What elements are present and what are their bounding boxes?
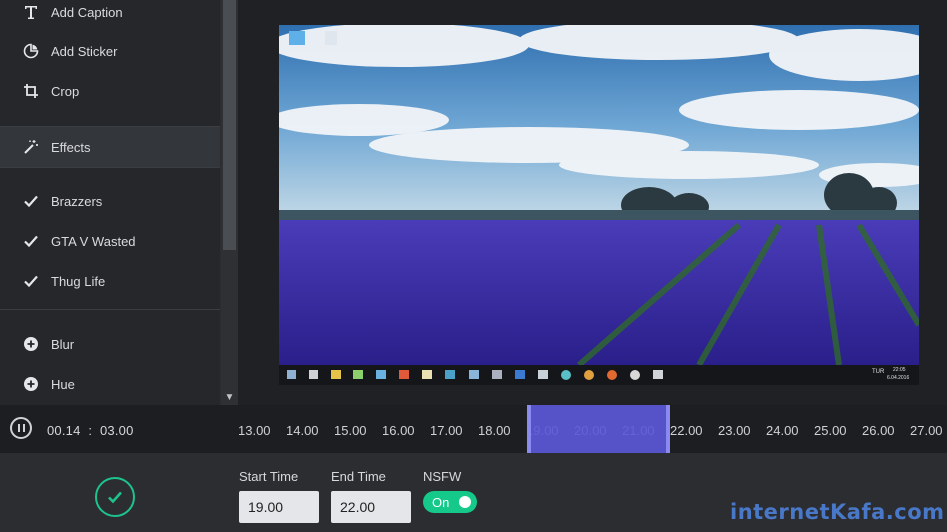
duration: 03.00 [99,423,134,438]
plus-circle-icon [21,374,41,394]
timeline-selection[interactable] [527,405,670,453]
sidebar-item-brazzers[interactable]: Brazzers [0,181,220,221]
recycle-bin-icon [325,31,337,45]
timeline[interactable] [0,405,947,453]
timeline-tick: 17.00 [430,423,463,438]
pause-button[interactable] [10,417,32,439]
divider [0,167,220,168]
confirm-button[interactable] [95,477,135,517]
sidebar-item-effects[interactable]: Effects [0,127,220,167]
check-icon [108,491,122,504]
sidebar-item-label: Thug Life [51,273,106,289]
sidebar-item-hue[interactable]: Hue [0,364,220,404]
sidebar-item-add-caption[interactable]: Add Caption [0,0,220,32]
scrollbar-thumb[interactable] [223,0,236,250]
timeline-tick: 25.00 [814,423,847,438]
check-icon [21,191,41,211]
timecode: 00.14 : 03.00 [47,423,134,438]
video-preview[interactable]: TUR 22:05 6.04.2016 [279,25,919,385]
timeline-tick: 22.00 [670,423,703,438]
scroll-down-arrow-icon[interactable]: ▼ [221,390,238,405]
sticker-icon [21,41,41,61]
timeline-tick: 15.00 [334,423,367,438]
taskbar [279,365,919,385]
selection-end-handle[interactable] [666,405,670,453]
sidebar-item-label: Blur [51,336,75,352]
sidebar-item-label: Effects [51,139,91,155]
timeline-tick: 27.00 [910,423,943,438]
sidebar-item-label: Crop [51,83,80,99]
timeline-tick: 24.00 [766,423,799,438]
timeline-tick: 16.00 [382,423,415,438]
sidebar-item-add-sticker[interactable]: Add Sticker [0,31,220,71]
divider [0,309,220,310]
taskbar-lang: TUR [872,369,885,375]
start-time-label: Start Time [239,469,299,484]
current-time: 00.14 [47,423,81,438]
check-icon [21,271,41,291]
video-frame: TUR 22:05 6.04.2016 [279,25,919,385]
timeline-tick: 26.00 [862,423,895,438]
taskbar-clock-time: 22:05 [893,367,906,373]
end-time-label: End Time [331,469,386,484]
check-icon [21,231,41,251]
sidebar-item-thug-life[interactable]: Thug Life [0,261,220,301]
timeline-tick: 23.00 [718,423,751,438]
pause-icon [17,424,20,432]
start-time-input[interactable] [239,491,319,523]
text-icon [21,2,41,22]
toggle-knob [459,496,471,508]
sidebar-item-label: Add Sticker [51,43,118,59]
end-time-input[interactable] [331,491,411,523]
sidebar-item-label: Add Caption [51,4,123,20]
selection-start-handle[interactable] [527,405,531,453]
sidebar-item-gta-v-wasted[interactable]: GTA V Wasted [0,221,220,261]
sidebar-item-label: Hue [51,376,75,392]
sidebar: Add Caption Add Sticker Crop Effects Bra… [0,0,220,405]
sidebar-item-label: Brazzers [51,193,103,209]
time-separator: : [88,423,93,438]
sidebar-item-crop[interactable]: Crop [0,71,220,111]
sidebar-item-blur[interactable]: Blur [0,324,220,364]
sidebar-item-label: GTA V Wasted [51,233,136,249]
watermark: internetKafa.com [730,500,945,524]
computer-icon [289,31,305,45]
nsfw-toggle[interactable]: On [423,491,477,513]
timeline-tick: 18.00 [478,423,511,438]
nsfw-label: NSFW [423,469,462,484]
nsfw-toggle-state: On [432,494,450,510]
taskbar-clock-date: 6.04.2016 [887,375,909,381]
crop-icon [21,81,41,101]
timeline-tick: 14.00 [286,423,319,438]
timeline-tick: 13.00 [238,423,271,438]
plus-circle-icon [21,334,41,354]
magic-wand-icon [21,137,41,157]
